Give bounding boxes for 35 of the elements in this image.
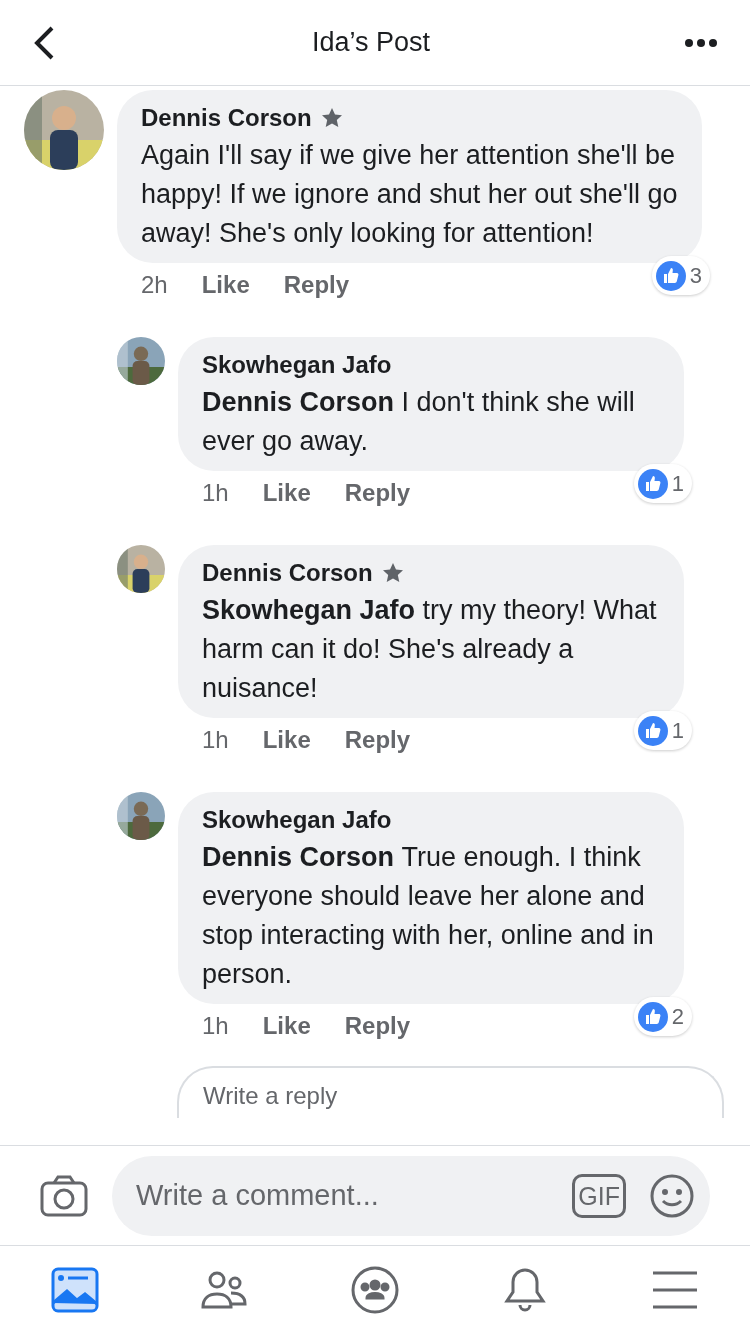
page-title: Ida’s Post — [311, 26, 431, 60]
like-link[interactable]: Like — [262, 475, 311, 511]
comment-time: 1h — [202, 478, 229, 508]
more-icon[interactable] — [684, 37, 718, 48]
like-icon — [637, 1001, 668, 1032]
comment-text: Dennis Corson I don't think she will ever go away. — [202, 386, 636, 458]
comment-field[interactable]: Write a comment... GIF — [112, 1155, 710, 1236]
like-link[interactable]: Like — [262, 1008, 311, 1044]
comment-time: 1h — [202, 1011, 229, 1041]
like-icon — [637, 468, 668, 499]
reaction-count[interactable]: 2 — [633, 997, 692, 1036]
author-name[interactable]: Dennis Corson — [141, 100, 312, 136]
reaction-count[interactable]: 1 — [633, 711, 692, 750]
gif-button[interactable]: GIF — [572, 1173, 626, 1218]
emoji-icon[interactable] — [650, 1173, 694, 1218]
camera-icon[interactable] — [40, 1174, 88, 1217]
reaction-count[interactable]: 3 — [651, 256, 710, 295]
reply-link[interactable]: Reply — [344, 722, 411, 758]
like-icon — [637, 715, 668, 746]
comment-text: Again I'll say if we give her attention she'll be happy! If we ignore and shut her out she'll go away! She's only looking for attention! — [141, 139, 679, 250]
comment-time: 2h — [141, 270, 168, 300]
comment-time: 1h — [202, 725, 229, 755]
reply-link[interactable]: Reply — [344, 1008, 411, 1044]
comment-text: Skowhegan Jafo try my theory! What harm can it do! She's already a nuisance! — [202, 594, 658, 705]
reply-link[interactable]: Reply — [283, 267, 350, 303]
author-name[interactable]: Skowhegan Jafo — [202, 347, 392, 383]
author-name[interactable]: Skowhegan Jafo — [202, 802, 392, 838]
like-link[interactable]: Like — [201, 267, 250, 303]
author-name[interactable]: Dennis Corson — [202, 555, 373, 591]
reaction-count[interactable]: 1 — [633, 464, 692, 503]
comment-text: Dennis Corson True enough. I think everyone should leave her alone and stop interacting with her, online and in person. — [202, 841, 655, 991]
reply-field[interactable]: Write a reply — [177, 1066, 724, 1118]
like-link[interactable]: Like — [262, 722, 311, 758]
reply-link[interactable]: Reply — [344, 475, 411, 511]
like-icon — [655, 260, 686, 291]
